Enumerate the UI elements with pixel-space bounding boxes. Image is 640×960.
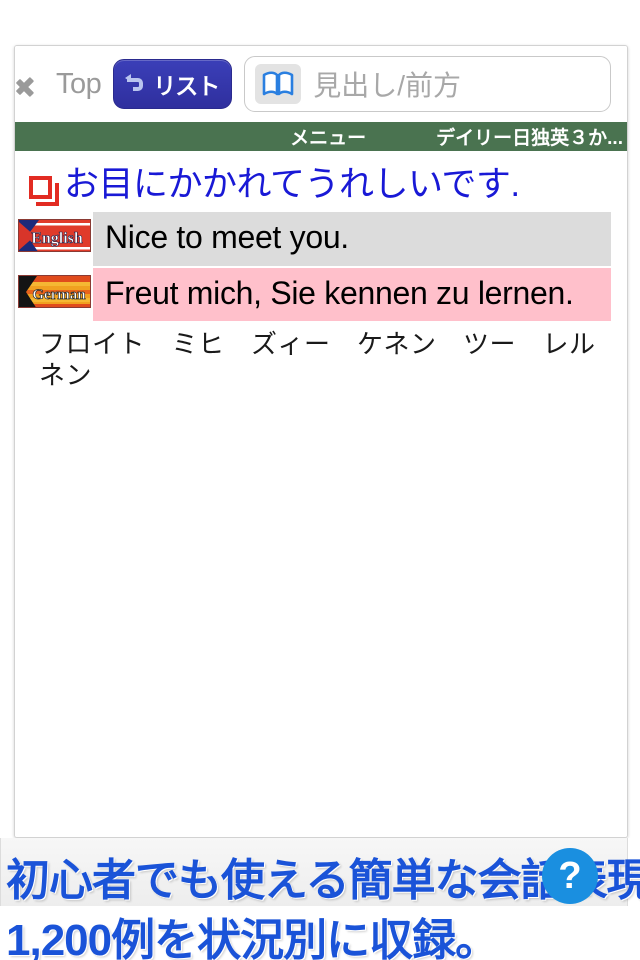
menu-button[interactable]: メニュー: [290, 123, 366, 150]
translation-row-english[interactable]: English Nice to meet you.: [15, 212, 627, 266]
svg-text:English: English: [31, 230, 83, 247]
german-sentence: Freut mich, Sie kennen zu lernen.: [93, 267, 611, 321]
return-arrow-icon: [124, 72, 148, 96]
chevron-left-icon: [29, 68, 49, 100]
back-to-top-button[interactable]: Top: [29, 67, 102, 101]
entry-headword-text: お目にかかれてうれしいです.: [64, 165, 520, 204]
english-flag-cell: English: [15, 212, 93, 253]
entry-headword-row: お目にかかれてうれしいです.: [15, 151, 627, 212]
english-flag-badge-icon: English: [17, 219, 91, 253]
red-square-bullet-icon: [29, 176, 59, 206]
ad-banner-line-2: 1,200例を状況別に収録。: [6, 916, 499, 960]
back-button-label: Top: [56, 67, 102, 100]
app-panel: Top リスト 見出し/前方 メニュー デイリー日独英３か... お目にかかれて…: [14, 45, 628, 838]
translation-row-german[interactable]: German Freut mich, Sie kennen zu lernen.: [15, 267, 627, 321]
german-flag-badge-icon: German: [17, 274, 91, 308]
english-sentence: Nice to meet you.: [93, 212, 611, 266]
list-button-label: リスト: [153, 73, 220, 99]
ad-banner[interactable]: 初心者でも使える簡単な会話表現 1,200例を状況別に収録。: [0, 838, 640, 960]
german-flag-cell: German: [15, 268, 93, 308]
toolbar: Top リスト 見出し/前方: [15, 46, 627, 122]
open-book-icon[interactable]: [255, 64, 302, 104]
list-button[interactable]: リスト: [113, 59, 233, 109]
help-badge-icon[interactable]: ?: [542, 848, 598, 904]
menu-bar: メニュー デイリー日独英３か...: [15, 122, 627, 151]
entry-content: お目にかかれてうれしいです. English Nice to meet you.: [15, 151, 627, 837]
search-input[interactable]: 見出し/前方: [244, 56, 611, 112]
svg-text:German: German: [32, 287, 86, 303]
dictionary-title[interactable]: デイリー日独英３か...: [436, 123, 623, 150]
pronunciation-text: フロイト ミヒ ズィー ケネン ツー レルネン: [39, 328, 596, 391]
search-placeholder-text: 見出し/前方: [313, 70, 462, 101]
